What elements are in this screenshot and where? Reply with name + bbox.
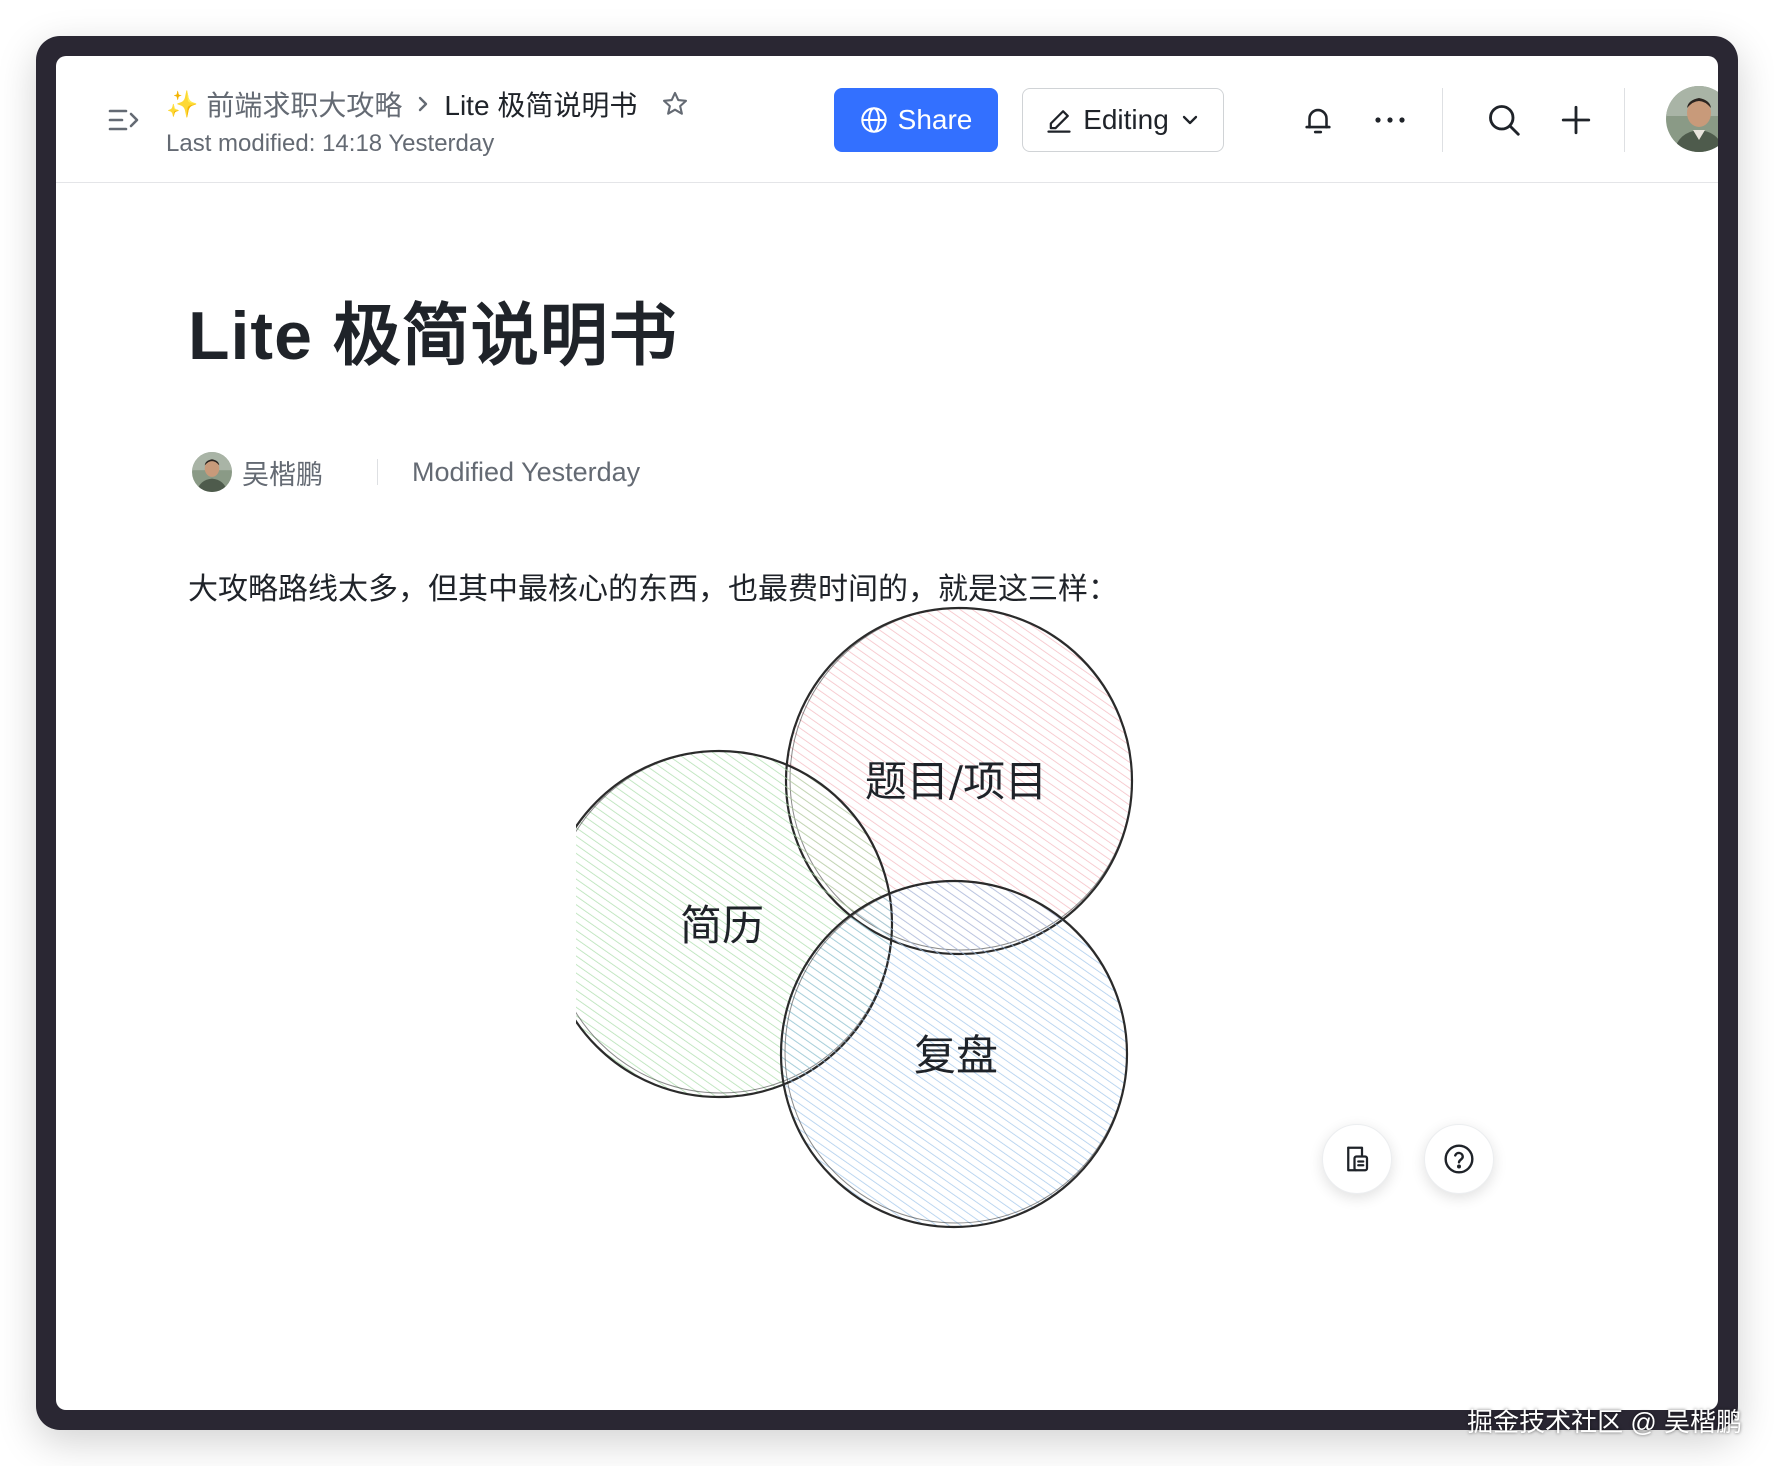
editing-label: Editing: [1083, 104, 1169, 135]
globe-icon: [860, 106, 888, 134]
more-icon[interactable]: [1366, 96, 1414, 144]
doc-window: ✨ 前端求职大攻略 Lite 极简说明书 Last modified: 14:1…: [56, 56, 1718, 1410]
pencil-icon: [1045, 106, 1073, 134]
author-name[interactable]: 吴楷鹏: [242, 453, 323, 492]
bell-icon[interactable]: [1294, 96, 1342, 144]
header-divider: [1442, 88, 1443, 152]
share-label: Share: [897, 104, 973, 135]
editing-mode-button[interactable]: Editing: [1022, 88, 1224, 152]
share-button[interactable]: Share: [834, 88, 998, 152]
watermark: 掘金技术社区 @ 吴楷鹏: [1467, 1407, 1742, 1437]
chevron-down-icon: [1179, 109, 1201, 131]
author-avatar[interactable]: [192, 452, 232, 492]
meta-divider: [377, 459, 378, 485]
breadcrumb-parent[interactable]: ✨ 前端求职大攻略: [166, 84, 402, 124]
breadcrumb: ✨ 前端求职大攻略 Lite 极简说明书: [166, 84, 689, 124]
venn-label-resume: 简历: [680, 901, 764, 950]
header-divider: [1624, 88, 1625, 152]
venn-diagram: 题目/项目 简历 复盘: [576, 606, 1134, 1229]
search-icon[interactable]: [1480, 96, 1528, 144]
star-icon[interactable]: [661, 90, 689, 118]
document-title[interactable]: Lite 极简说明书: [188, 280, 678, 379]
document-outline-button[interactable]: [1322, 1124, 1392, 1194]
plus-icon[interactable]: [1552, 96, 1600, 144]
venn-label-questions: 题目/项目: [865, 757, 1047, 806]
last-modified: Last modified: 14:18 Yesterday: [166, 130, 495, 157]
help-button[interactable]: [1424, 1124, 1494, 1194]
user-avatar[interactable]: [1666, 86, 1718, 152]
document-icon: [1342, 1144, 1372, 1174]
header-bar: ✨ 前端求职大攻略 Lite 极简说明书 Last modified: 14:1…: [56, 56, 1718, 183]
document-meta: 吴楷鹏 Modified Yesterday: [192, 450, 640, 494]
window-frame: ✨ 前端求职大攻略 Lite 极简说明书 Last modified: 14:1…: [36, 36, 1738, 1430]
paragraph-text[interactable]: 大攻略路线太多，但其中最核心的东西，也最费时间的，就是这三样：: [188, 564, 1118, 608]
help-icon: [1443, 1143, 1475, 1175]
venn-label-review: 复盘: [914, 1031, 998, 1080]
breadcrumb-current[interactable]: Lite 极简说明书: [444, 84, 637, 124]
modified-time: Modified Yesterday: [412, 456, 641, 487]
sidebar-toggle-icon[interactable]: [100, 96, 148, 144]
breadcrumb-parent-label: 前端求职大攻略: [206, 90, 403, 121]
chevron-right-icon: [416, 93, 430, 115]
sparkle-icon: ✨: [166, 88, 199, 119]
